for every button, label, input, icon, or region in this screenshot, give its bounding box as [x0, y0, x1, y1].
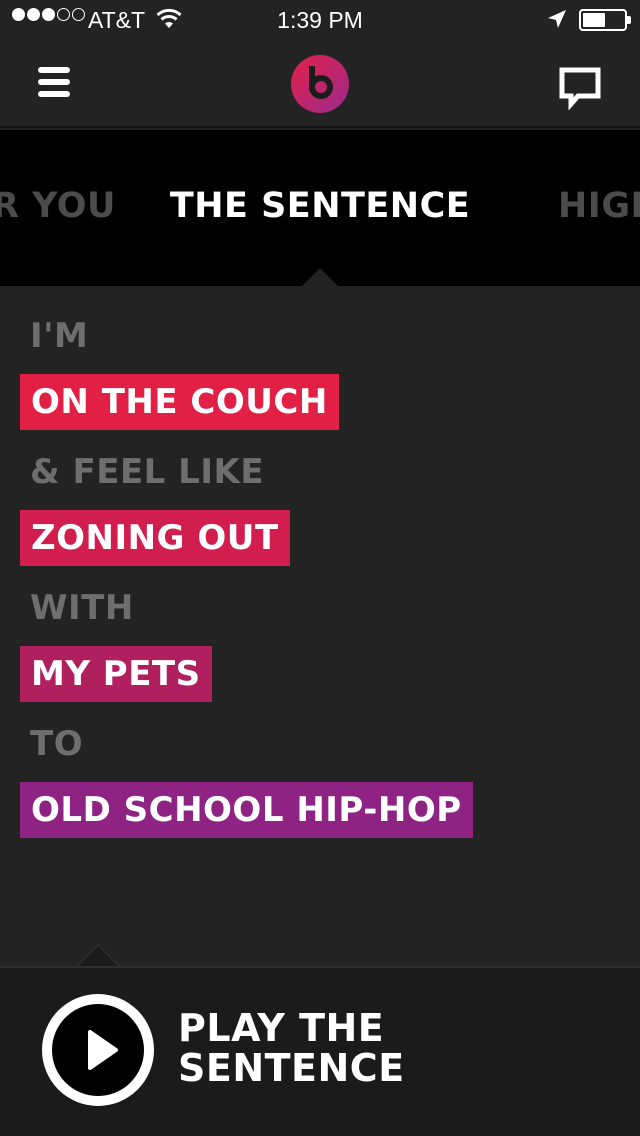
nav-bar — [0, 40, 640, 128]
play-the-sentence-button[interactable]: PLAY THE SENTENCE — [178, 1008, 405, 1088]
tab-the-sentence[interactable]: THE SENTENCE — [0, 186, 640, 226]
sentence-static-to: TO — [30, 724, 84, 764]
status-bar: AT&T 1:39 PM — [0, 0, 640, 40]
bottom-pointer — [78, 946, 118, 966]
company-choice-button[interactable]: MY PETS — [20, 646, 212, 702]
genre-choice-button[interactable]: OLD SCHOOL HIP-HOP — [20, 782, 473, 838]
status-time: 1:39 PM — [277, 7, 363, 33]
place-choice-button[interactable]: ON THE COUCH — [20, 374, 339, 430]
location-arrow-icon — [547, 9, 567, 35]
play-circle-icon[interactable] — [40, 992, 156, 1108]
activity-choice-button[interactable]: ZONING OUT — [20, 510, 290, 566]
tab-highlights[interactable]: HIGH — [558, 186, 640, 226]
battery-icon — [579, 9, 627, 31]
sentence-static-feel-like: & FEEL LIKE — [30, 452, 265, 492]
category-tabs: R YOU THE SENTENCE HIGH — [0, 130, 640, 286]
hamburger-menu-icon[interactable] — [38, 67, 72, 99]
active-tab-pointer — [302, 268, 338, 286]
beats-logo-icon[interactable] — [290, 54, 350, 114]
play-label-line-2: SENTENCE — [178, 1046, 405, 1090]
battery-tip — [627, 16, 631, 24]
sentence-static-with: WITH — [30, 588, 134, 628]
screen: AT&T 1:39 PM R YOU THE SENTENCE HIG I'M … — [0, 0, 640, 1136]
sentence-static-im: I'M — [30, 316, 89, 356]
play-label-line-1: PLAY THE — [178, 1006, 385, 1050]
chat-bubble-icon[interactable] — [558, 66, 602, 111]
